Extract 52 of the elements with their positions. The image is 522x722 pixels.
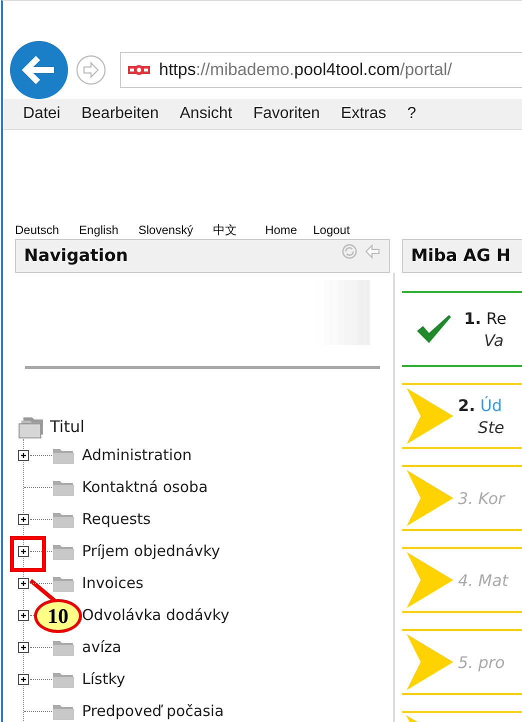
menu-item[interactable]: ? [407,105,416,123]
tree-item[interactable]: Requests [82,510,151,528]
arrow-right-icon [406,388,454,444]
step-title: pro [478,652,505,672]
language-link[interactable]: English [79,223,118,237]
tree-item[interactable]: Kontaktná osoba [82,478,208,496]
step-title: Kor [478,488,505,508]
tree-item[interactable]: Lístky [82,670,126,688]
step-number: 3. [458,488,474,508]
language-link[interactable]: Deutsch [15,223,60,237]
expand-icon[interactable] [18,578,29,588]
menu-item[interactable]: Bearbeiten [81,105,159,123]
tree-item[interactable]: Invoices [82,574,144,592]
step-title: Mat [478,570,508,590]
menu-item[interactable]: Favoriten [253,105,320,123]
menu-item[interactable]: Ansicht [180,105,232,123]
tree-item[interactable]: Príjem objednávky [82,542,220,560]
panel-title: Miba AG H [411,246,511,266]
step-number: 5. [458,652,474,672]
expand-icon[interactable] [18,642,29,652]
expand-icon[interactable] [18,610,29,620]
highlight-frame [10,536,46,572]
tree-item[interactable]: Predpoveď počasia [82,702,224,720]
site-logo-icon [127,63,151,77]
step-subtitle: Va [484,330,505,350]
back-button[interactable] [10,41,68,99]
header-link[interactable]: Logout [313,223,350,237]
tree-item[interactable]: avíza [82,638,122,656]
language-link[interactable]: Slovenský [138,223,194,237]
step-title: Re [486,308,506,328]
menu-item[interactable]: Extras [340,105,386,123]
menu-item[interactable]: Datei [23,105,60,123]
arrow-right-icon [406,634,454,690]
panel-title: Navigation [24,246,128,266]
url-text: https://mibademo.pool4tool.com/portal/ [159,60,452,80]
arrow-right-icon [406,470,454,526]
expand-icon[interactable] [18,674,29,684]
tree-item[interactable]: Titul [50,416,85,436]
expand-icon[interactable] [18,514,29,524]
tree-item[interactable]: Administration [82,446,192,464]
address-bar[interactable]: https://mibademo.pool4tool.com/portal/ [120,52,522,88]
step-number: 4. [458,570,474,590]
step-number: 1. [464,308,482,328]
step-subtitle: Ste [478,418,504,436]
header-link[interactable]: Home [265,223,298,237]
callout-badge: 10 [34,599,82,633]
arrow-right-icon [406,552,454,608]
expand-icon[interactable] [18,450,29,460]
tree-item[interactable]: Odvolávka dodávky [82,606,230,624]
language-link[interactable]: 中文 [213,222,238,238]
expand-icon[interactable] [18,546,29,556]
step-number: 2. [458,396,476,414]
